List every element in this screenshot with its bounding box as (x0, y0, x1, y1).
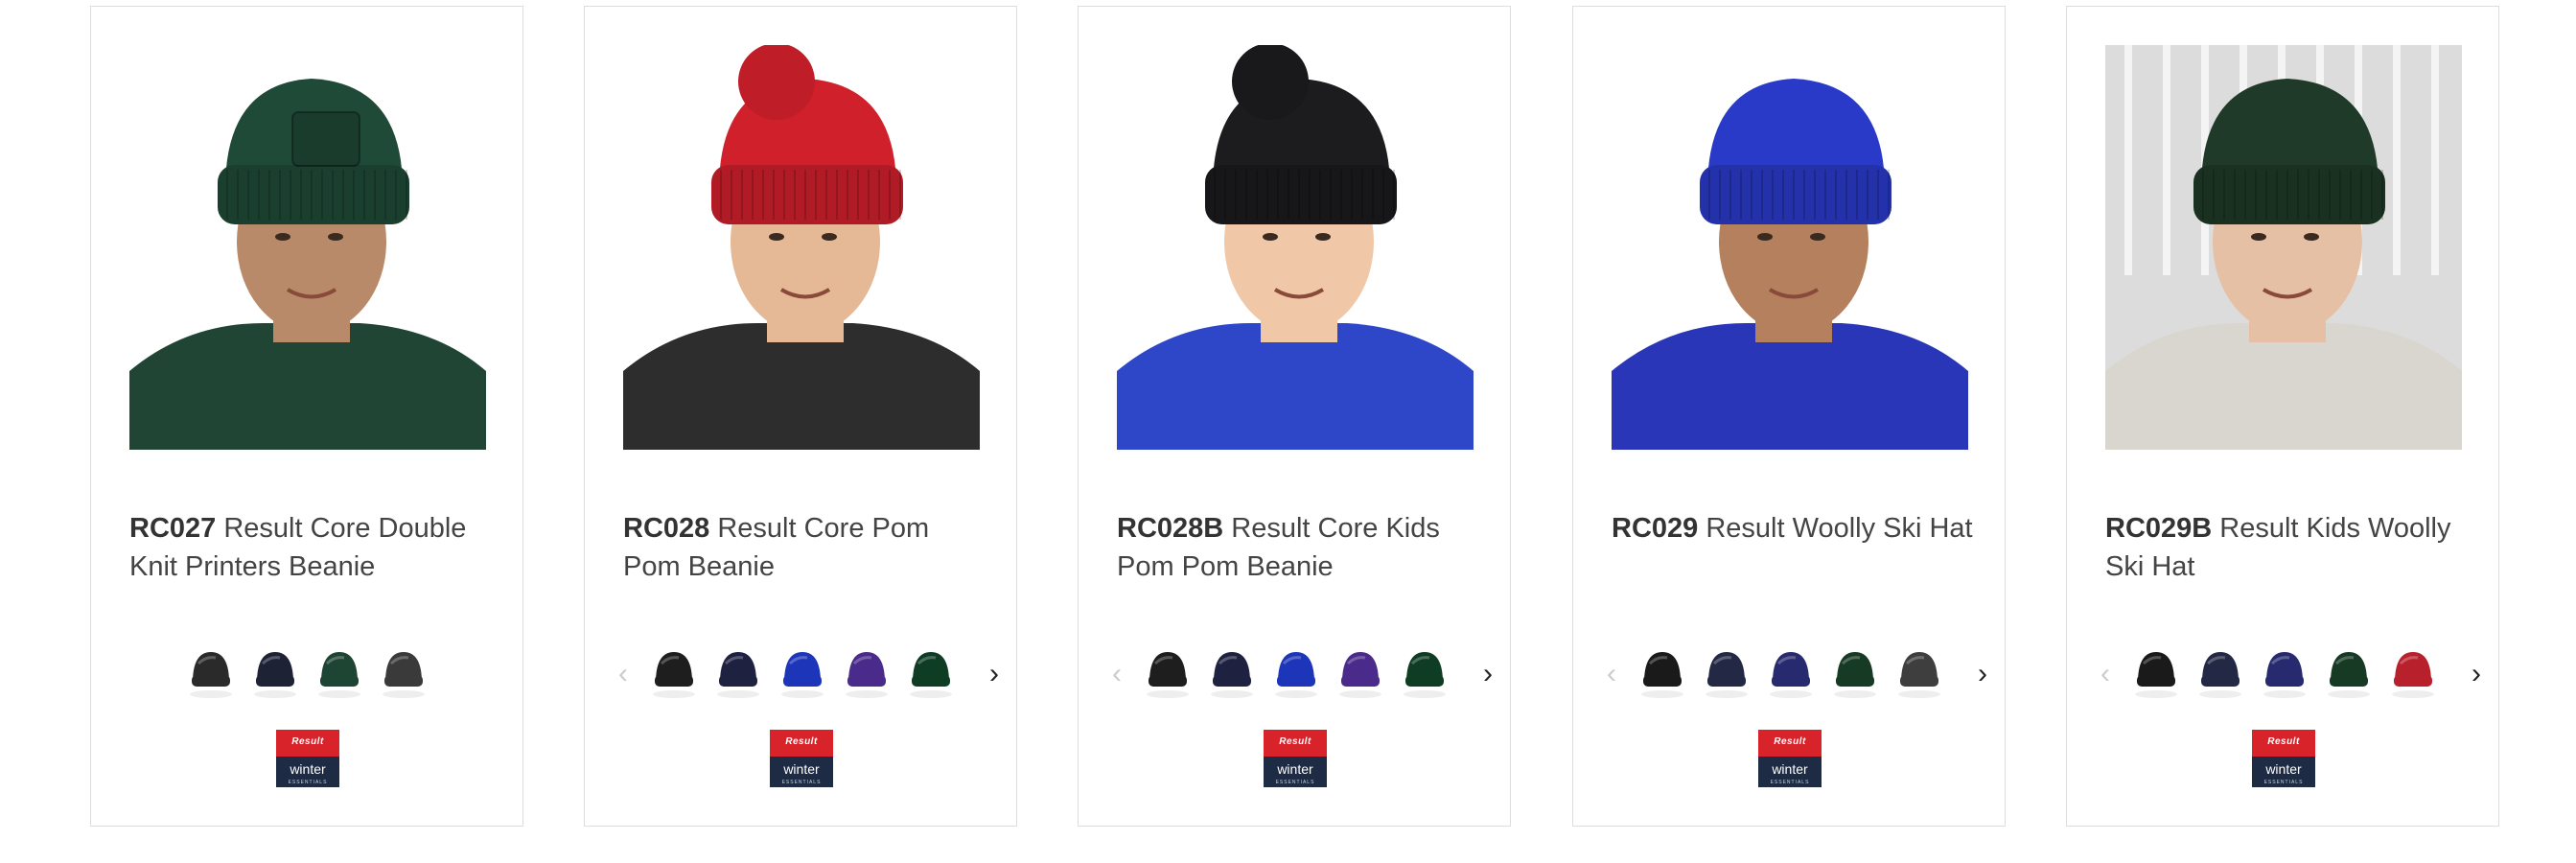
color-swatch-carousel: ‹ › (1079, 644, 1512, 713)
brand-logo-top: Result (1264, 730, 1327, 757)
color-swatch[interactable] (1336, 644, 1384, 702)
brand-logo: Result winter ESSENTIALS (2252, 730, 2315, 787)
brand-logo-word: winter (1277, 761, 1313, 777)
product-card[interactable]: RC027 Result Core Double Knit Printers B… (90, 6, 523, 827)
carousel-prev-icon[interactable]: ‹ (1597, 660, 1626, 688)
brand-logo-word: winter (1772, 761, 1808, 777)
color-swatch[interactable] (251, 644, 299, 702)
color-swatch[interactable] (1401, 644, 1449, 702)
product-photo (623, 45, 980, 450)
brand-logo: Result winter ESSENTIALS (276, 730, 339, 787)
color-swatch-carousel: ‹ › (1573, 644, 2007, 713)
carousel-next-icon[interactable]: › (980, 660, 1009, 688)
brand-logo-sub: ESSENTIALS (1770, 780, 1810, 785)
color-swatch[interactable] (1144, 644, 1192, 702)
carousel-prev-icon[interactable]: ‹ (609, 660, 638, 688)
product-image-link[interactable] (623, 45, 980, 450)
color-swatch[interactable] (2389, 644, 2437, 702)
color-swatch-carousel (91, 644, 524, 713)
color-swatch[interactable] (843, 644, 891, 702)
brand-logo: Result winter ESSENTIALS (770, 730, 833, 787)
color-swatch[interactable] (380, 644, 428, 702)
brand-logo-top: Result (1758, 730, 1822, 757)
swatch-window (642, 644, 963, 713)
carousel-prev-icon[interactable]: ‹ (1102, 660, 1131, 688)
swatch-window (1631, 644, 1952, 713)
product-image-link[interactable] (1612, 45, 1968, 450)
color-swatch[interactable] (907, 644, 955, 702)
color-swatch[interactable] (1272, 644, 1320, 702)
brand-logo-top: Result (276, 730, 339, 757)
product-title-link[interactable]: RC029B Result Kids Woolly Ski Hat (2105, 509, 2470, 586)
color-swatch[interactable] (1895, 644, 1943, 702)
product-card[interactable]: RC028B Result Core Kids Pom Pom Beanie ‹ ›… (1078, 6, 1511, 827)
color-swatch[interactable] (1831, 644, 1879, 702)
carousel-next-icon[interactable]: › (1968, 660, 1997, 688)
brand-logo-bottom: winter ESSENTIALS (1264, 757, 1327, 787)
color-swatch-carousel: ‹ › (585, 644, 1018, 713)
color-swatch[interactable] (2132, 644, 2180, 702)
brand-logo-bottom: winter ESSENTIALS (2252, 757, 2315, 787)
product-card[interactable]: RC029B Result Kids Woolly Ski Hat ‹ › Resul… (2066, 6, 2499, 827)
color-swatch[interactable] (778, 644, 826, 702)
product-name: Result Woolly Ski Hat (1706, 513, 1973, 544)
color-swatch[interactable] (714, 644, 762, 702)
color-swatch[interactable] (1638, 644, 1686, 702)
product-photo (1117, 45, 1474, 450)
brand-logo-bottom: winter ESSENTIALS (1758, 757, 1822, 787)
color-swatch[interactable] (315, 644, 363, 702)
product-code: RC029B (2105, 513, 2213, 544)
brand-logo-sub: ESSENTIALS (2263, 780, 2304, 785)
product-image-link[interactable] (2105, 45, 2462, 450)
product-code: RC028 (623, 513, 710, 544)
product-code: RC027 (129, 513, 217, 544)
product-image-link[interactable] (129, 45, 486, 450)
color-swatch[interactable] (1208, 644, 1256, 702)
color-swatch[interactable] (2325, 644, 2373, 702)
color-swatch[interactable] (2261, 644, 2309, 702)
brand-logo: Result winter ESSENTIALS (1264, 730, 1327, 787)
color-swatch[interactable] (187, 644, 235, 702)
product-title-link[interactable]: RC027 Result Core Double Knit Printers B… (129, 509, 494, 586)
brand-logo-sub: ESSENTIALS (288, 780, 328, 785)
product-photo (129, 45, 486, 450)
product-photo (2105, 45, 2462, 450)
brand-logo-word: winter (290, 761, 326, 777)
product-title-link[interactable]: RC029 Result Woolly Ski Hat (1612, 509, 1976, 548)
swatch-window (179, 644, 448, 713)
product-photo (1612, 45, 1968, 450)
color-swatch[interactable] (650, 644, 698, 702)
carousel-next-icon[interactable]: › (2462, 660, 2491, 688)
product-image-link[interactable] (1117, 45, 1474, 450)
carousel-next-icon[interactable]: › (1474, 660, 1502, 688)
brand-logo-bottom: winter ESSENTIALS (770, 757, 833, 787)
product-card[interactable]: RC029 Result Woolly Ski Hat ‹ › Result winte… (1572, 6, 2006, 827)
product-card[interactable]: RC028 Result Core Pom Pom Beanie ‹ › Result… (584, 6, 1017, 827)
color-swatch[interactable] (1703, 644, 1751, 702)
brand-logo-sub: ESSENTIALS (781, 780, 822, 785)
brand-logo-top: Result (770, 730, 833, 757)
brand-logo-bottom: winter ESSENTIALS (276, 757, 339, 787)
brand-logo-word: winter (783, 761, 820, 777)
brand-logo-sub: ESSENTIALS (1275, 780, 1315, 785)
brand-logo-word: winter (2265, 761, 2302, 777)
product-title-link[interactable]: RC028 Result Core Pom Pom Beanie (623, 509, 987, 586)
brand-logo-top: Result (2252, 730, 2315, 757)
product-code: RC028B (1117, 513, 1224, 544)
product-title-link[interactable]: RC028B Result Core Kids Pom Pom Beanie (1117, 509, 1481, 586)
swatch-window (1136, 644, 1457, 713)
product-code: RC029 (1612, 513, 1699, 544)
color-swatch[interactable] (2196, 644, 2244, 702)
color-swatch-carousel: ‹ › (2067, 644, 2500, 713)
color-swatch[interactable] (1767, 644, 1815, 702)
brand-logo: Result winter ESSENTIALS (1758, 730, 1822, 787)
carousel-prev-icon[interactable]: ‹ (2091, 660, 2120, 688)
product-grid: RC027 Result Core Double Knit Printers B… (0, 0, 2576, 863)
swatch-window (2124, 644, 2446, 713)
